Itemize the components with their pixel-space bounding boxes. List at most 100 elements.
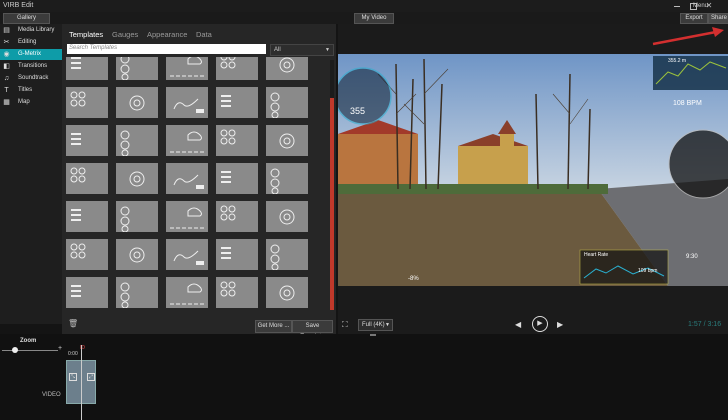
search-placeholder: Search Templates	[69, 45, 118, 51]
clip-trim-left-icon[interactable]: ⤡	[69, 373, 77, 381]
sidebar-item-g-metrix[interactable]: ◉ G-Metrix	[0, 49, 62, 60]
overlay-grade: -8%	[408, 276, 419, 282]
sidebar-item-map[interactable]: ▦ Map	[0, 97, 62, 108]
quality-dropdown[interactable]: Full (4K) ▼	[358, 319, 393, 331]
template-thumbnail[interactable]	[166, 239, 208, 270]
template-thumbnail[interactable]	[66, 201, 108, 232]
template-thumbnail[interactable]	[166, 87, 208, 118]
template-thumbnail[interactable]	[266, 201, 308, 232]
video-preview[interactable]: 355 355.2 m 108 BPM Heart Rate 109 bpm -…	[338, 54, 728, 286]
app-title: VIRB Edit	[3, 2, 34, 9]
template-thumbnail[interactable]	[166, 163, 208, 194]
sidebar-item-titles[interactable]: T Titles	[0, 85, 62, 96]
template-thumbnail[interactable]	[216, 125, 258, 156]
template-thumbnail[interactable]	[216, 201, 258, 232]
overlay-heart-title: Heart Rate	[584, 252, 609, 258]
template-thumbnail[interactable]	[266, 57, 308, 80]
template-thumbnail[interactable]	[266, 163, 308, 194]
scrollbar-thumb[interactable]	[330, 98, 334, 310]
fullscreen-icon[interactable]: ⛶	[342, 320, 351, 329]
template-thumbnail[interactable]	[216, 87, 258, 118]
template-thumbnail[interactable]	[66, 57, 108, 80]
gallery-button[interactable]: Gallery	[3, 13, 50, 24]
minimize-icon[interactable]	[672, 1, 682, 10]
filter-value: All	[274, 47, 281, 53]
title-icon: T	[4, 87, 9, 94]
zoom-slider-handle[interactable]	[12, 347, 18, 353]
overlay-time: 9:30	[686, 254, 698, 260]
export-button[interactable]: Export	[680, 13, 708, 24]
get-more-button[interactable]: Get More ...	[255, 320, 292, 333]
play-icon[interactable]: ▶	[532, 316, 548, 332]
tab-gauges[interactable]: Gauges	[112, 30, 138, 39]
template-thumbnail[interactable]	[216, 239, 258, 270]
overlay-heart-rate: 108 BPM	[673, 100, 702, 107]
zoom-in-icon[interactable]: +	[58, 345, 62, 352]
template-thumbnail[interactable]	[116, 163, 158, 194]
sidebar-item-label: Media Library	[18, 27, 55, 33]
template-thumbnail[interactable]	[66, 277, 108, 308]
template-thumbnail[interactable]	[66, 125, 108, 156]
template-thumbnail[interactable]	[116, 125, 158, 156]
template-thumbnail[interactable]	[266, 239, 308, 270]
overlay-speed: 355	[350, 106, 366, 116]
eye-icon: ◉	[3, 51, 10, 58]
video-track-label: VIDEO	[42, 392, 61, 398]
menu-button[interactable]: Menu	[693, 3, 708, 9]
playhead[interactable]	[81, 345, 82, 420]
template-thumbnail[interactable]	[66, 239, 108, 270]
quality-value: Full (4K)	[362, 322, 385, 328]
film-icon: ▤	[3, 27, 10, 34]
template-thumbnail[interactable]	[216, 163, 258, 194]
filter-dropdown[interactable]: All ▼	[270, 44, 334, 56]
tab-data[interactable]: Data	[196, 30, 212, 39]
sidebar: ▤ Media Library ✂ Editing ◉ G-Metrix ◧ T…	[0, 24, 62, 324]
overlay-heart-value: 109 bpm	[638, 268, 658, 274]
project-name[interactable]: My Video	[354, 13, 394, 24]
scissors-icon: ✂	[3, 39, 10, 46]
annotation-arrow	[652, 27, 724, 46]
tab-templates[interactable]: Templates	[69, 30, 103, 39]
save-template-button[interactable]: Save Template	[292, 320, 333, 340]
timeline-ruler[interactable]	[64, 346, 728, 360]
tab-appearance[interactable]: Appearance	[147, 30, 187, 39]
template-thumbnail[interactable]	[116, 57, 158, 80]
template-thumbnail[interactable]	[166, 57, 208, 80]
template-thumbnail[interactable]	[216, 277, 258, 308]
template-thumbnail[interactable]	[166, 277, 208, 308]
sidebar-item-label: Soundtrack	[18, 75, 49, 81]
template-thumbnail[interactable]	[166, 201, 208, 232]
previous-frame-icon[interactable]: ◀	[515, 320, 524, 329]
title-bar	[0, 0, 728, 12]
template-thumbnail[interactable]	[116, 277, 158, 308]
sidebar-item-media-library[interactable]: ▤ Media Library	[0, 25, 62, 36]
template-thumbnail[interactable]	[266, 87, 308, 118]
trash-icon[interactable]: 🗑	[68, 320, 78, 328]
sidebar-item-label: G-Metrix	[18, 51, 41, 57]
next-frame-icon[interactable]: ▶	[557, 320, 566, 329]
chevron-down-icon: ▼	[385, 322, 390, 328]
timecode: 1:57 / 3:16	[688, 321, 722, 328]
ruler-tick-label: 0:00	[68, 351, 78, 357]
template-thumbnail[interactable]	[116, 201, 158, 232]
transition-icon: ◧	[3, 63, 10, 70]
sidebar-item-transitions[interactable]: ◧ Transitions	[0, 61, 62, 72]
template-thumbnail[interactable]	[66, 163, 108, 194]
template-thumbnail[interactable]	[216, 57, 258, 80]
template-thumbnail[interactable]	[166, 125, 208, 156]
clip-trim-right-icon[interactable]: ⤢	[87, 373, 95, 381]
template-thumbnail[interactable]	[266, 125, 308, 156]
share-button[interactable]: Share	[708, 13, 728, 24]
sidebar-item-label: Map	[18, 99, 30, 105]
template-thumbnail[interactable]	[66, 87, 108, 118]
map-icon: ▦	[3, 99, 10, 106]
template-grid	[66, 57, 314, 311]
sidebar-item-label: Titles	[18, 87, 33, 93]
sidebar-item-soundtrack[interactable]: ♫ Soundtrack	[0, 73, 62, 84]
template-thumbnail[interactable]	[116, 239, 158, 270]
template-thumbnail[interactable]	[116, 87, 158, 118]
template-thumbnail[interactable]	[266, 277, 308, 308]
timeline-resize-handle[interactable]	[370, 334, 376, 336]
sidebar-item-editing[interactable]: ✂ Editing	[0, 37, 62, 48]
zoom-slider-track[interactable]	[2, 350, 58, 351]
